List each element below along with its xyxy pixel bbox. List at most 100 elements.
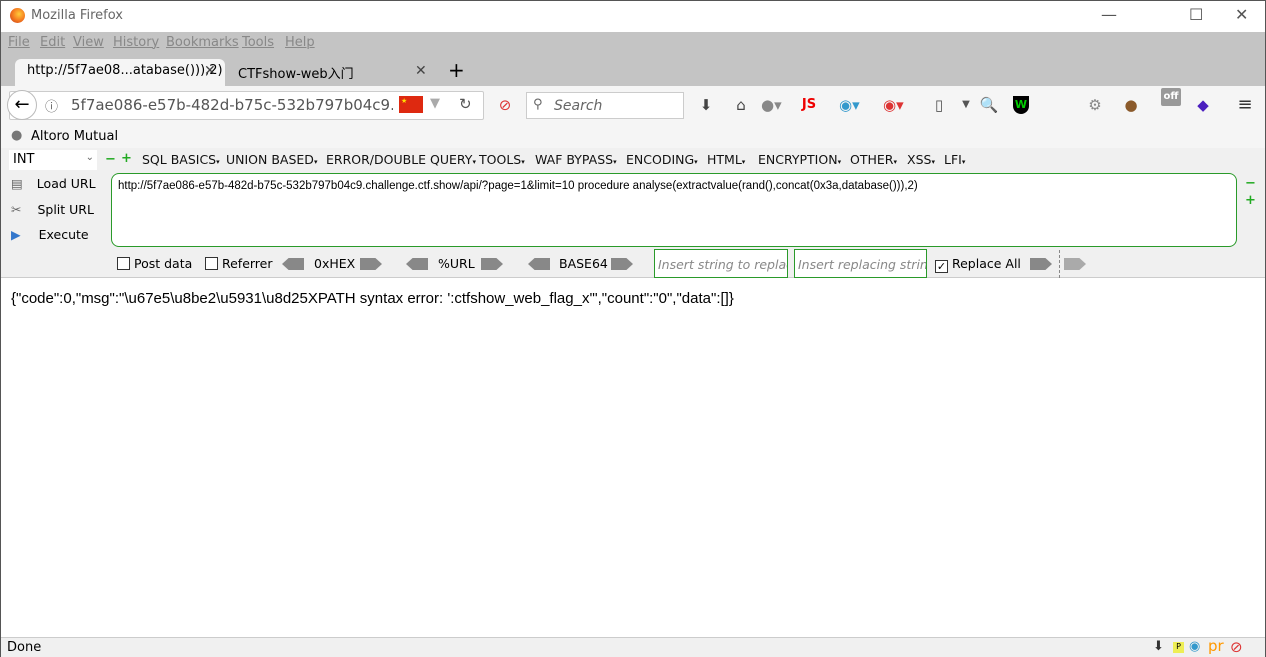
tab-label[interactable]: http://5f7ae08...atabase())),2) [27, 63, 223, 78]
menu-html[interactable]: HTML▾ [707, 152, 745, 167]
menu-other[interactable]: OTHER▾ [850, 152, 897, 167]
download-icon[interactable]: ⬇ [696, 96, 716, 114]
shield-w-icon[interactable]: W [1013, 96, 1029, 114]
menu-tools[interactable]: TOOLS▾ [479, 152, 525, 167]
base64-decode-arrow-icon[interactable] [528, 258, 550, 270]
search-icon: ⚲ [533, 97, 543, 112]
load-url-button[interactable]: ▤ Load URL [11, 176, 96, 191]
menu-encryption[interactable]: ENCRYPTION▾ [758, 152, 841, 167]
checkbox [117, 257, 130, 270]
pr-icon[interactable]: pr [1208, 637, 1224, 655]
back-button[interactable]: ← [7, 90, 37, 120]
post-data-checkbox[interactable]: Post data [117, 256, 192, 271]
noscript-icon[interactable]: ⊘ [495, 96, 515, 114]
menu-help[interactable]: Help [285, 35, 315, 50]
bookmark-item[interactable]: Altoro Mutual [31, 129, 118, 144]
hex-label: 0xHEX [314, 256, 356, 271]
clipboard-icon[interactable]: ▯ [929, 96, 949, 114]
referrer-checkbox[interactable]: Referrer [205, 256, 273, 271]
plus-icon[interactable]: + [121, 151, 132, 166]
home-icon[interactable]: ⌂ [731, 96, 751, 114]
minus-icon[interactable]: − [105, 152, 116, 167]
close-tab-icon[interactable]: ✕ [415, 63, 427, 79]
menu-sql-basics[interactable]: SQL BASICS▾ [142, 152, 220, 167]
replace-next-arrow-icon[interactable] [1064, 258, 1086, 270]
url-textarea[interactable]: http://5f7ae086-e57b-482d-b75c-532b797b0… [111, 173, 1237, 247]
tab-label[interactable]: CTFshow-web入门 [238, 63, 354, 82]
menu-file[interactable]: File [8, 35, 30, 50]
url-decode-arrow-icon[interactable] [406, 258, 428, 270]
menu-edit[interactable]: Edit [40, 35, 65, 50]
divider [1059, 250, 1060, 278]
firefox-logo-icon [10, 8, 25, 23]
hex-decode-arrow-icon[interactable] [282, 258, 304, 270]
globe-icon[interactable]: ●▾ [761, 96, 782, 114]
hamburger-menu-icon[interactable]: ≡ [1235, 96, 1255, 114]
hackbar-search-icon[interactable]: 🔍 [979, 96, 999, 114]
checkbox [205, 257, 218, 270]
dropdown-arrow-icon[interactable]: ▼ [430, 96, 440, 111]
hackbar-panel: INT ⌄ − + SQL BASICS▾ UNION BASED▾ ERROR/… [1, 148, 1265, 278]
menu-union-based[interactable]: UNION BASED▾ [226, 152, 317, 167]
download-icon[interactable]: ⬇ [1153, 639, 1164, 654]
new-tab-button[interactable]: + [448, 58, 465, 82]
plus-icon[interactable]: + [1245, 193, 1256, 208]
window-title: Mozilla Firefox [31, 8, 123, 23]
menu-encoding[interactable]: ENCODING▾ [626, 152, 698, 167]
layers-icon[interactable]: ◆ [1193, 96, 1213, 114]
load-icon: ▤ [11, 176, 23, 191]
url-label: %URL [438, 256, 475, 271]
menu-bar: File Edit View History Bookmarks Tools H… [1, 32, 1265, 54]
url-text[interactable]: 5f7ae086-e57b-482d-b75c-532b797b04c9.cha… [71, 96, 393, 114]
minus-icon[interactable]: − [1245, 176, 1256, 191]
bookmarks-toolbar: ● Altoro Mutual [1, 125, 1265, 148]
hex-encode-arrow-icon[interactable] [360, 258, 382, 270]
menu-view[interactable]: View [73, 35, 104, 50]
replace-all-checkbox[interactable]: ✓ Replace All [935, 256, 1021, 273]
addon-red-icon[interactable]: ◉▾ [883, 96, 904, 114]
search-box[interactable]: ⚲ Search [526, 92, 684, 119]
p-addon-icon[interactable]: P [1173, 642, 1184, 653]
checkbox: ✓ [935, 260, 948, 273]
close-button[interactable]: ✕ [1235, 5, 1248, 24]
url-encode-arrow-icon[interactable] [481, 258, 503, 270]
info-icon[interactable]: ⓘ [45, 96, 58, 115]
china-flag-icon: ★ [399, 96, 423, 113]
status-text: Done [7, 640, 42, 655]
off-badge-icon[interactable]: off [1161, 88, 1181, 106]
title-bar: Mozilla Firefox — ☐ ✕ [1, 1, 1265, 32]
reload-icon[interactable]: ↻ [459, 95, 472, 113]
noscript-icon[interactable]: ⊘ [1230, 638, 1243, 656]
gear-icon[interactable]: ⚙ [1085, 96, 1105, 114]
base64-label: BASE64 [559, 256, 608, 271]
execute-button[interactable]: ▶ Execute [11, 227, 89, 242]
page-body-text: {"code":0,"msg":"\u67e5\u8be2\u5931\u8d2… [11, 290, 734, 307]
js-icon[interactable]: JS [799, 96, 819, 114]
menu-error-double-query[interactable]: ERROR/DOUBLE QUERY▾ [326, 152, 476, 167]
replacing-string-input[interactable]: Insert replacing string [794, 249, 927, 278]
play-icon: ▶ [11, 227, 21, 242]
close-tab-icon[interactable]: ✕ [204, 63, 216, 79]
type-select[interactable]: INT ⌄ [9, 150, 97, 170]
search-placeholder: Search [554, 98, 603, 114]
base64-encode-arrow-icon[interactable] [611, 258, 633, 270]
globe-icon: ● [11, 128, 23, 143]
menu-lfi[interactable]: LFI▾ [944, 152, 965, 167]
maximize-button[interactable]: ☐ [1189, 5, 1203, 24]
type-select-value: INT [13, 152, 35, 167]
replace-string-input[interactable]: Insert string to replace [654, 249, 788, 278]
menu-tools[interactable]: Tools [242, 35, 274, 50]
dropdown-icon[interactable]: ▼ [956, 96, 976, 114]
sync-icon[interactable]: ◉▾ [839, 96, 860, 114]
menu-history[interactable]: History [113, 35, 159, 50]
split-url-button[interactable]: ✂ Split URL [11, 202, 94, 217]
cookie-icon[interactable]: ● [1121, 96, 1141, 114]
status-bar: Done ⬇ P ◉ pr ⊘ [1, 637, 1265, 657]
menu-waf-bypass[interactable]: WAF BYPASS▾ [535, 152, 617, 167]
menu-xss[interactable]: XSS▾ [907, 152, 935, 167]
sync-icon[interactable]: ◉ [1189, 639, 1200, 654]
menu-bookmarks[interactable]: Bookmarks [166, 35, 239, 50]
navigation-toolbar: ← ⓘ 5f7ae086-e57b-482d-b75c-532b797b04c9… [1, 86, 1265, 125]
minimize-button[interactable]: — [1101, 5, 1117, 24]
replace-arrow-icon[interactable] [1030, 258, 1052, 270]
